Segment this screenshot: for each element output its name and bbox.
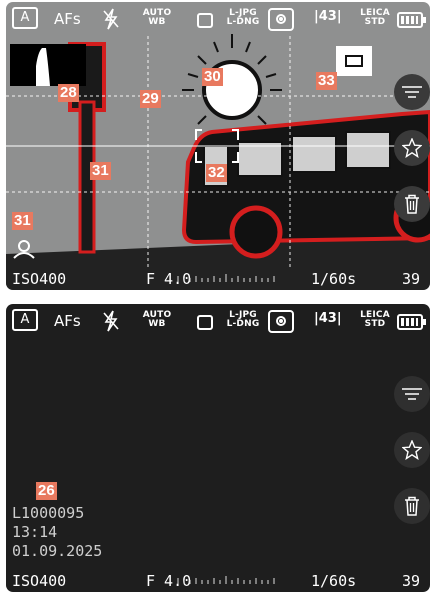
- status-bar: A AFs AUTO WB L-JPG L-DNG |43| LEICA STD: [6, 2, 430, 36]
- delete-button[interactable]: [394, 488, 430, 524]
- menu-button[interactable]: [394, 74, 430, 110]
- exposure-mode[interactable]: A: [12, 7, 38, 29]
- focus-mode[interactable]: AFs: [54, 312, 81, 330]
- file-format-line2: L-DNG: [226, 319, 260, 329]
- menu-icon: [402, 388, 422, 400]
- live-view-scene: [6, 34, 430, 290]
- label-focus-peaking: 31: [90, 162, 111, 180]
- focus-aid-inner: [345, 55, 363, 67]
- iso-value[interactable]: ISO400: [12, 270, 66, 288]
- flash-off-icon[interactable]: [102, 310, 120, 332]
- white-balance[interactable]: AUTO WB: [142, 9, 172, 27]
- white-balance[interactable]: AUTO WB: [142, 311, 172, 329]
- leica-look[interactable]: LEICA STD: [358, 9, 392, 27]
- leica-look-line2: STD: [364, 17, 386, 27]
- file-format-line2: L-DNG: [226, 17, 260, 27]
- leica-look[interactable]: LEICA STD: [358, 311, 392, 329]
- exposure-bar: ISO400 F 4.0 1/60s 39: [6, 570, 430, 592]
- single-frame-icon[interactable]: [197, 315, 213, 330]
- iso-value[interactable]: ISO400: [12, 572, 66, 590]
- label-grid: 29: [140, 90, 161, 108]
- flash-off-icon[interactable]: [102, 8, 120, 30]
- capture-time: 13:14: [12, 523, 58, 541]
- focus-mode[interactable]: AFs: [54, 10, 81, 28]
- bus-window-3: [345, 131, 391, 169]
- center-weighted-metering-icon[interactable]: [268, 310, 294, 333]
- label-focus-aid: 33: [316, 72, 337, 90]
- file-format[interactable]: L-JPG L-DNG: [226, 311, 260, 329]
- shutter-speed: 1/60s: [311, 270, 357, 288]
- star-icon: [402, 440, 422, 460]
- label-histogram: 28: [58, 84, 79, 102]
- exposure-mode[interactable]: A: [12, 309, 38, 331]
- bus-wheel-front: [229, 205, 283, 259]
- info-screen: A AFs AUTO WB L-JPG L-DNG |43| LEICA STD: [6, 304, 430, 592]
- exposure-bar: ISO400 F 4.0 1/60s 39: [6, 268, 430, 290]
- file-format[interactable]: L-JPG L-DNG: [226, 9, 260, 27]
- shots-remaining: 39: [401, 270, 420, 288]
- single-frame-icon[interactable]: [197, 13, 213, 28]
- exposure-scale: [177, 576, 275, 584]
- white-balance-line2: WB: [148, 319, 166, 329]
- file-name: L1000095: [12, 504, 85, 522]
- star-icon: [402, 138, 422, 158]
- label-clipping: 30: [202, 68, 223, 86]
- battery-full-icon: [397, 12, 426, 28]
- leica-look-line2: STD: [364, 319, 386, 329]
- status-bar: A AFs AUTO WB L-JPG L-DNG |43| LEICA STD: [6, 304, 430, 338]
- white-balance-line2: WB: [148, 17, 166, 27]
- bus-window-1: [237, 141, 283, 177]
- shutter-speed: 1/60s: [311, 572, 357, 590]
- aspect-ratio[interactable]: |43|: [314, 9, 342, 24]
- menu-button[interactable]: [394, 376, 430, 412]
- bus-window-2: [291, 135, 337, 173]
- label-image-info: 26: [36, 482, 57, 500]
- trash-icon: [405, 496, 419, 516]
- menu-icon: [402, 86, 422, 98]
- live-view-screen: A AFs AUTO WB L-JPG L-DNG |43| LEICA STD: [6, 2, 430, 290]
- exposure-scale: [177, 274, 275, 282]
- favorite-button[interactable]: [394, 130, 430, 166]
- label-af-field: 32: [206, 164, 227, 182]
- battery-full-icon: [397, 314, 426, 330]
- favorite-button[interactable]: [394, 432, 430, 468]
- aspect-ratio[interactable]: |43|: [314, 311, 342, 326]
- aspect-ratio-value: 43: [318, 311, 337, 326]
- label-focus-peaking-2: 31: [12, 212, 33, 230]
- delete-button[interactable]: [394, 186, 430, 222]
- center-weighted-metering-icon[interactable]: [268, 8, 294, 31]
- trash-icon: [405, 194, 419, 214]
- shots-remaining: 39: [401, 572, 420, 590]
- aspect-ratio-value: 43: [318, 9, 337, 24]
- capture-date: 01.09.2025: [12, 542, 103, 560]
